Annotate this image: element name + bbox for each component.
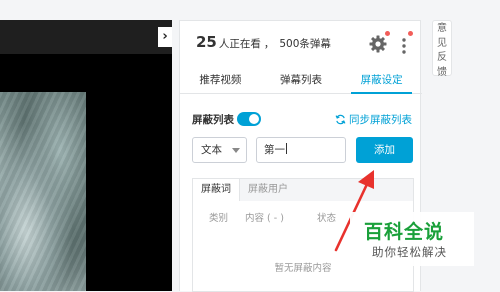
chevron-down-icon bbox=[232, 148, 240, 153]
viewer-count: 25 bbox=[196, 33, 217, 51]
feedback-button[interactable]: 意 见 反 馈 bbox=[432, 20, 452, 78]
tab-block-settings[interactable]: 屏蔽设定 bbox=[341, 69, 422, 94]
block-list-toggle[interactable] bbox=[237, 112, 261, 126]
block-type-value: 文本 bbox=[201, 144, 222, 156]
sync-label: 同步屏蔽列表 bbox=[349, 114, 412, 126]
video-player[interactable] bbox=[0, 20, 172, 291]
sync-icon bbox=[335, 114, 346, 125]
block-list-label: 屏蔽列表 bbox=[192, 114, 234, 126]
feedback-char: 反 bbox=[437, 52, 447, 63]
danmaku-count: 500条弹幕 bbox=[279, 38, 331, 50]
top-strip bbox=[0, 0, 160, 20]
block-list-row: 屏蔽列表 同步屏蔽列表 bbox=[192, 110, 414, 130]
watermark: 百科全说 助你轻松解决 bbox=[350, 212, 474, 266]
feedback-char: 意 bbox=[437, 23, 447, 34]
sync-block-list-link[interactable]: 同步屏蔽列表 bbox=[335, 112, 412, 127]
text-cursor bbox=[286, 143, 287, 154]
tab-blocked-words[interactable]: 屏蔽词 bbox=[193, 179, 240, 201]
column-header-content[interactable]: 内容 ( - ) bbox=[245, 210, 284, 224]
add-block-row: 文本 第一 添加 bbox=[192, 137, 414, 165]
tab-danmaku-list[interactable]: 弹幕列表 bbox=[261, 69, 342, 93]
video-top-bar bbox=[0, 20, 172, 54]
block-keyword-value: 第一 bbox=[264, 144, 285, 156]
watermark-subtitle: 助你轻松解决 bbox=[372, 245, 447, 259]
collapse-panel-button[interactable]: › bbox=[158, 27, 172, 47]
toggle-knob bbox=[249, 114, 259, 124]
watermark-title: 百科全说 bbox=[364, 221, 445, 243]
panel-tabs: 推荐视频 弹幕列表 屏蔽设定 bbox=[180, 69, 422, 94]
video-frame bbox=[0, 92, 86, 291]
more-notify-dot bbox=[408, 31, 413, 36]
tab-recommended-videos[interactable]: 推荐视频 bbox=[180, 69, 261, 93]
column-header-category[interactable]: 类别 bbox=[209, 210, 228, 224]
tab-blocked-users[interactable]: 屏蔽用户 bbox=[240, 179, 296, 201]
viewer-text: 人正在看 bbox=[218, 38, 261, 50]
header-separator: ， bbox=[263, 38, 275, 50]
block-type-select[interactable]: 文本 bbox=[192, 137, 247, 163]
more-vertical-icon[interactable] bbox=[398, 34, 410, 56]
gear-icon[interactable] bbox=[368, 34, 388, 54]
viewer-info: 25 人正在看 ， 500条弹幕 bbox=[196, 33, 331, 55]
settings-notify-dot bbox=[385, 31, 390, 36]
block-keyword-input[interactable]: 第一 bbox=[256, 137, 346, 163]
feedback-char: 见 bbox=[437, 37, 447, 49]
feedback-char: 馈 bbox=[437, 66, 447, 78]
add-button[interactable]: 添加 bbox=[356, 137, 413, 163]
